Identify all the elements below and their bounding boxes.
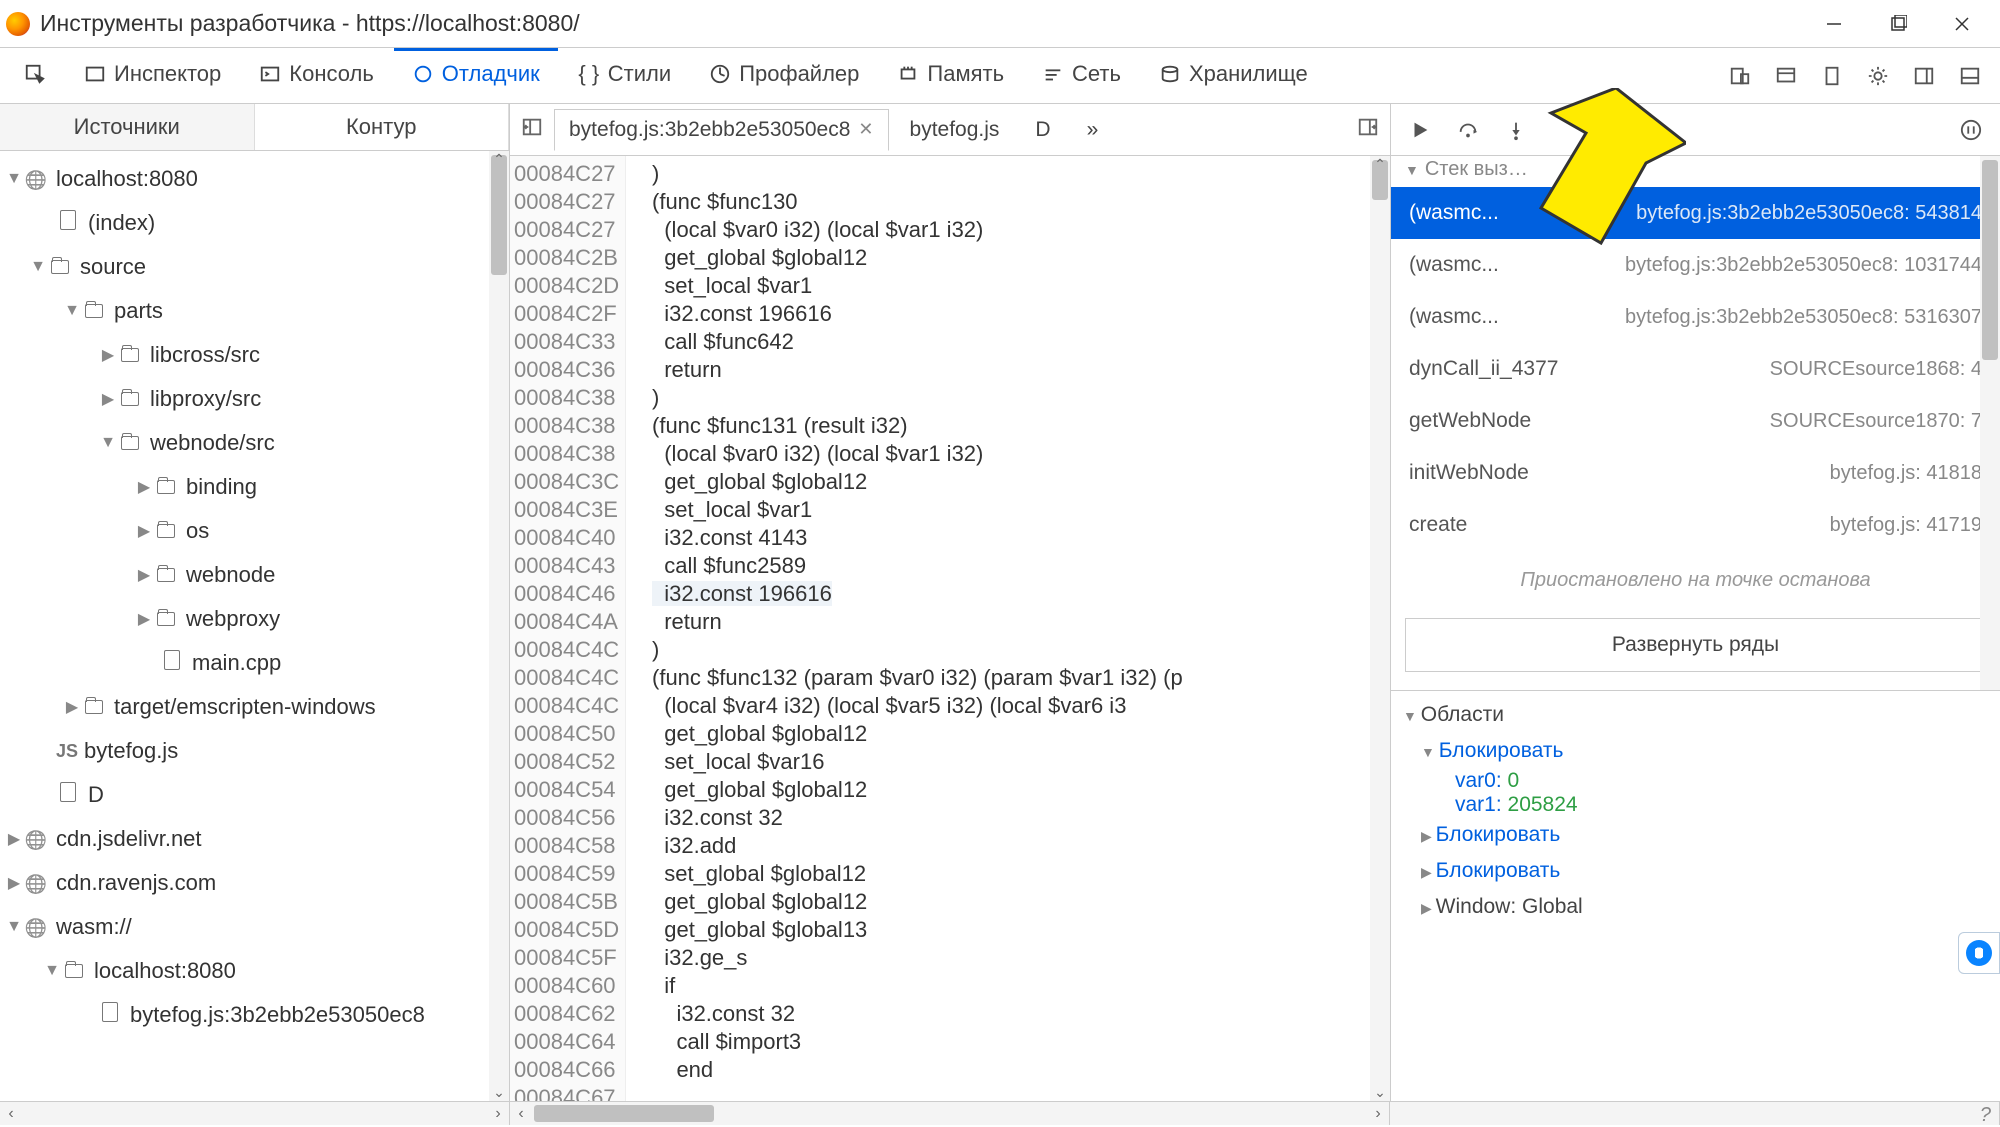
tab-debugger[interactable]: Отладчик [394,48,558,100]
file-tab-bar: bytefog.js:3b2ebb2e53050ec8✕ bytefog.js … [510,104,1390,156]
scope-block[interactable]: Блокировать [1436,823,1561,846]
screenshot-icon[interactable] [1818,62,1846,90]
scope-block[interactable]: Блокировать [1439,739,1564,762]
scope-window[interactable]: Window: Global [1436,895,1583,918]
maximize-button[interactable] [1866,2,1930,46]
pause-icon[interactable] [1958,117,1984,143]
tree-folder[interactable]: ▼webnode/src [0,421,509,465]
firefox-logo-icon [6,12,30,36]
tree-scrollbar[interactable]: ⌃⌄ [489,151,509,1101]
window-title-bar: Инструменты разработчика - https://local… [0,0,2000,48]
help-icon[interactable]: ? [1980,1104,1991,1127]
tree-folder[interactable]: ▶os [0,509,509,553]
resume-icon[interactable] [1407,117,1433,143]
close-button[interactable] [1930,2,1994,46]
code-editor[interactable]: ⌃⌄ 00084C2700084C2700084C2700084C2B00084… [510,156,1390,1101]
paused-note: Приостановлено на точке останова [1391,551,2000,610]
toggle-right-panel-icon[interactable] [1352,116,1384,144]
window-title: Инструменты разработчика - https://local… [40,10,580,37]
tab-inspector[interactable]: Инспектор [66,51,239,100]
tab-styles[interactable]: { }Стили [560,51,689,100]
scope-variable[interactable]: var1: 205824 [1403,793,1988,817]
line-numbers: 00084C2700084C2700084C2700084C2B00084C2D… [510,156,626,1101]
tree-folder[interactable]: ▶libproxy/src [0,377,509,421]
tree-host[interactable]: ▼localhost:8080 [0,157,509,201]
tree-file[interactable]: D [0,773,509,817]
tree-host[interactable]: ▼wasm:// [0,905,509,949]
step-in-icon[interactable] [1503,117,1529,143]
code-scrollbar[interactable]: ⌃⌄ [1370,156,1390,1101]
tree-folder[interactable]: ▶webnode [0,553,509,597]
tree-host[interactable]: ▶cdn.jsdelivr.net [0,817,509,861]
teamviewer-badge-icon[interactable] [1958,932,2000,974]
tab-sources[interactable]: Источники [0,104,255,150]
devtools-toolbar: Инспектор Консоль Отладчик { }Стили Проф… [0,48,2000,104]
tree-folder[interactable]: ▶webproxy [0,597,509,641]
tree-folder[interactable]: ▼localhost:8080 [0,949,509,993]
callstack-header[interactable]: ▼Стек выз… [1391,156,2000,187]
code-body: )(func $func130 (local $var0 i32) (local… [626,156,1390,1101]
pick-element-button[interactable] [6,53,64,98]
tree-host[interactable]: ▶cdn.ravenjs.com [0,861,509,905]
bottom-scrollbar[interactable]: ‹› ‹› ? [0,1101,2000,1125]
tab-outline[interactable]: Контур [255,104,510,150]
scopes-panel: ▼ Области ▼ Блокировать var0: 0 var1: 20… [1391,690,2000,931]
sources-subtabs: Источники Контур [0,104,509,151]
settings-icon[interactable] [1864,62,1892,90]
tab-profiler[interactable]: Профайлер [691,51,877,100]
tree-folder[interactable]: ▶target/emscripten-windows [0,685,509,729]
file-tab[interactable]: bytefog.js [895,109,1015,151]
stack-frame[interactable]: getWebNodeSOURCEsource1870: 7 [1391,395,2000,447]
stack-frame[interactable]: initWebNodebytefog.js: 41818 [1391,447,2000,499]
responsive-mode-icon[interactable] [1726,62,1754,90]
file-tab-active[interactable]: bytefog.js:3b2ebb2e53050ec8✕ [554,109,889,151]
tree-folder[interactable]: ▼source [0,245,509,289]
stack-scrollbar[interactable] [1980,156,2000,690]
call-stack: ▼Стек выз… (wasmc...bytefog.js:3b2ebb2e5… [1391,156,2000,690]
stack-frame[interactable]: (wasmc...bytefog.js:3b2ebb2e53050ec8: 53… [1391,291,2000,343]
scope-block[interactable]: Блокировать [1436,859,1561,882]
tree-file[interactable]: (index) [0,201,509,245]
tabs-overflow[interactable]: » [1072,109,1114,151]
tree-file[interactable]: main.cpp [0,641,509,685]
stack-frame[interactable]: createbytefog.js: 41719 [1391,499,2000,551]
tab-memory[interactable]: Память [879,51,1022,100]
tree-file[interactable]: JSbytefog.js [0,729,509,773]
expand-rows-button[interactable]: Развернуть ряды [1405,618,1986,672]
dock-side-icon[interactable] [1910,62,1938,90]
minimize-button[interactable] [1802,2,1866,46]
tree-file[interactable]: bytefog.js:3b2ebb2e53050ec8 [0,993,509,1037]
step-over-icon[interactable] [1455,117,1481,143]
tab-storage[interactable]: Хранилище [1141,51,1326,100]
dock-bottom-icon[interactable] [1956,62,1984,90]
tree-folder[interactable]: ▶libcross/src [0,333,509,377]
debugger-controls [1391,104,2000,156]
toggle-sources-icon[interactable] [516,116,548,144]
scopes-header[interactable]: Области [1421,703,1504,726]
scope-variable[interactable]: var0: 0 [1403,769,1988,793]
tab-network[interactable]: Сеть [1024,51,1139,100]
tree-folder[interactable]: ▶binding [0,465,509,509]
iframe-picker-icon[interactable] [1772,62,1800,90]
file-tab[interactable]: D [1020,109,1065,151]
close-icon[interactable]: ✕ [858,119,873,140]
tab-console[interactable]: Консоль [241,51,392,100]
tree-folder[interactable]: ▼parts [0,289,509,333]
stack-frame[interactable]: (wasmc...bytefog.js:3b2ebb2e53050ec8: 10… [1391,239,2000,291]
stack-frame[interactable]: (wasmc...bytefog.js:3b2ebb2e53050ec8: 54… [1391,187,2000,239]
stack-frame[interactable]: dynCall_ii_4377SOURCEsource1868: 4 [1391,343,2000,395]
file-tree: ⌃⌄ ▼localhost:8080 (index) ▼source ▼part… [0,151,509,1101]
